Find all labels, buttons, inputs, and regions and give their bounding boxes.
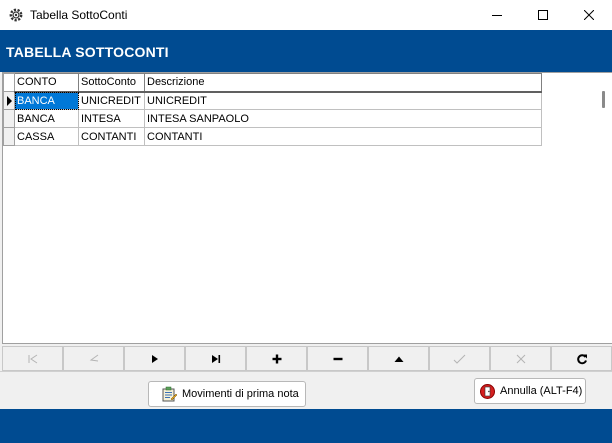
maximize-icon [538,10,548,20]
delete-record-button[interactable] [307,346,368,371]
refresh-button[interactable] [551,346,612,371]
maximize-button[interactable] [520,0,566,30]
column-header-sottoconto[interactable]: SottoConto [78,73,145,93]
cancel-door-icon [480,383,495,399]
row-indicator[interactable] [3,109,15,128]
table-row[interactable]: BANCA UNICREDIT UNICREDIT [3,91,542,110]
cell-conto[interactable]: BANCA [14,109,79,128]
insert-record-icon [272,354,281,363]
cell-sottoconto[interactable]: INTESA [78,109,145,128]
cell-descrizione[interactable]: INTESA SANPAOLO [144,109,542,128]
table-row[interactable]: CASSA CONTANTI CONTANTI [3,127,542,146]
movimenti-prima-nota-button[interactable]: Movimenti di prima nota [148,381,306,407]
post-record-button[interactable] [429,346,490,371]
vertical-scrollbar[interactable] [593,74,612,342]
annulla-label: Annulla (ALT-F4) [500,385,583,397]
table-row[interactable]: BANCA INTESA INTESA SANPAOLO [3,109,542,128]
cell-descrizione[interactable]: UNICREDIT [144,91,542,110]
gear-app-icon [9,8,23,22]
scrollbar-thumb[interactable] [602,91,605,108]
close-button[interactable] [566,0,612,30]
last-record-button[interactable] [185,346,246,371]
app-window: Tabella SottoConti TABELLA SOTTOCONTI CO… [0,0,612,443]
edit-record-icon [394,356,403,362]
minimize-button[interactable] [474,0,520,30]
cell-conto[interactable]: BANCA [14,91,79,110]
column-header-descrizione[interactable]: Descrizione [144,73,542,93]
window-title: Tabella SottoConti [30,8,128,22]
title-bar[interactable]: Tabella SottoConti [0,0,612,30]
edit-record-button[interactable] [368,346,429,371]
prior-record-button[interactable] [63,346,124,371]
first-record-icon [28,354,37,363]
next-record-button[interactable] [124,346,185,371]
row-indicator[interactable] [3,127,15,146]
cell-descrizione[interactable]: CONTANTI [144,127,542,146]
row-indicator[interactable] [3,91,15,110]
cell-conto[interactable]: CASSA [14,127,79,146]
row-indicator-header [3,73,15,92]
db-navigator [2,346,612,371]
journal-entries-icon [162,386,178,401]
cancel-edit-button[interactable] [490,346,551,371]
post-record-icon [453,354,465,364]
sottoconti-grid[interactable]: CONTO SottoConto Descrizione BANCA UNICR… [3,73,542,146]
cell-sottoconto[interactable]: UNICREDIT [78,91,145,110]
page-title: TABELLA SOTTOCONTI [6,44,169,60]
next-record-icon [151,354,158,363]
column-header-conto[interactable]: CONTO [14,73,79,93]
movimenti-label: Movimenti di prima nota [182,388,299,400]
footer-band [0,409,612,443]
cancel-edit-icon [516,354,525,363]
annulla-button[interactable]: Annulla (ALT-F4) [474,378,586,404]
prior-record-icon [89,354,98,361]
refresh-icon [576,353,587,364]
minimize-icon [492,15,502,16]
cell-sottoconto[interactable]: CONTANTI [78,127,145,146]
current-row-arrow-icon [7,96,12,106]
last-record-icon [211,354,220,363]
insert-record-button[interactable] [246,346,307,371]
grid-header-row: CONTO SottoConto Descrizione [3,73,542,93]
close-icon [584,10,594,20]
first-record-button[interactable] [2,346,63,371]
delete-record-icon [333,357,342,360]
